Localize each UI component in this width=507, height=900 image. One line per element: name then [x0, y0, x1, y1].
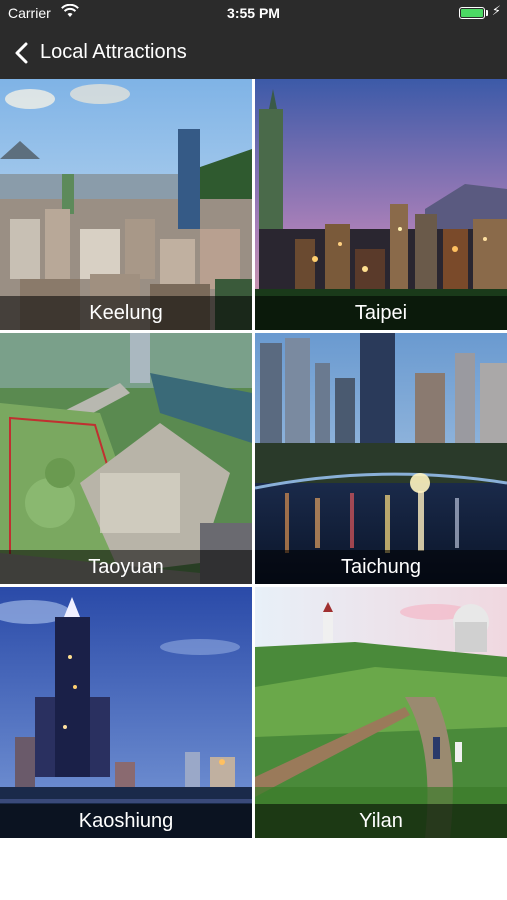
- yilan-photo: [255, 587, 507, 838]
- attraction-label: Kaoshiung: [0, 804, 252, 838]
- taipei-photo: [255, 79, 507, 330]
- chevron-left-icon: [15, 42, 28, 63]
- back-button[interactable]: Local Attractions: [0, 26, 187, 79]
- attractions-grid: Keelung Taipei Taoyuan Taichung Kaoshiun…: [0, 79, 507, 838]
- attraction-tile-kaoshiung[interactable]: Kaoshiung: [0, 587, 252, 838]
- navigation-bar: Local Attractions: [0, 26, 507, 79]
- battery-tip: [486, 10, 488, 16]
- clock: 3:55 PM: [227, 5, 280, 21]
- attraction-label: Yilan: [255, 804, 507, 838]
- attraction-label: Taichung: [255, 550, 507, 584]
- taoyuan-photo: [0, 333, 252, 584]
- attraction-label: Taoyuan: [0, 550, 252, 584]
- kaoshiung-photo: [0, 587, 252, 838]
- taichung-photo: [255, 333, 507, 584]
- attraction-tile-taichung[interactable]: Taichung: [255, 333, 507, 584]
- battery-icon: [459, 7, 485, 19]
- attraction-tile-taoyuan[interactable]: Taoyuan: [0, 333, 252, 584]
- attraction-tile-taipei[interactable]: Taipei: [255, 79, 507, 330]
- charging-bolt-icon: ⚡: [491, 3, 501, 18]
- page-title: Local Attractions: [40, 41, 187, 63]
- attraction-label: Taipei: [255, 296, 507, 330]
- keelung-photo: [0, 79, 252, 330]
- attraction-tile-keelung[interactable]: Keelung: [0, 79, 252, 330]
- attraction-tile-yilan[interactable]: Yilan: [255, 587, 507, 838]
- status-bar: Carrier 3:55 PM ⚡: [0, 0, 507, 26]
- attraction-label: Keelung: [0, 296, 252, 330]
